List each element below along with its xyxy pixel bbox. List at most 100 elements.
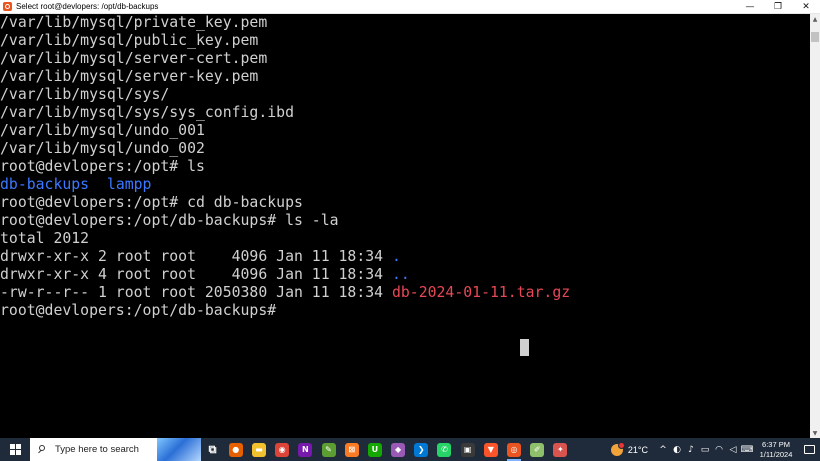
paint-taskbar-button[interactable]: ✦ — [549, 438, 572, 461]
keyboard-icon[interactable]: ⌨ — [740, 438, 754, 461]
clock-time: 6:37 PM — [762, 439, 790, 449]
search-icon — [38, 445, 47, 454]
xampp-icon: ⊠ — [344, 442, 359, 457]
system-tray: 21°C ^ ◐ ♪ ▭ ◠ ◁ ⌨ 6:37 PM 1/11/2024 — [610, 438, 820, 461]
terminal-text-segment: /var/lib/mysql/sys/ — [0, 86, 170, 103]
minimize-button[interactable]: — — [736, 0, 764, 13]
terminal-line: root@devlopers:/opt# ls — [0, 158, 205, 176]
ubuntu-terminal-icon: ◎ — [507, 442, 522, 457]
media-player-icon: ▣ — [460, 442, 475, 457]
terminal-line: /var/lib/mysql/public_key.pem — [0, 32, 258, 50]
ubuntu-terminal-taskbar-button[interactable]: ◎ — [502, 438, 525, 461]
meet-now-icon[interactable]: ◐ — [670, 438, 684, 461]
chrome-icon: ◉ — [275, 442, 290, 457]
terminal-line: /var/lib/mysql/sys/sys_config.ibd — [0, 104, 294, 122]
volume-icon[interactable]: ◁ — [726, 438, 740, 461]
firefox-taskbar-button[interactable]: ● — [224, 438, 247, 461]
task-view-taskbar-button[interactable]: ⧉ — [201, 438, 224, 461]
terminal-text-segment: . — [391, 248, 401, 265]
onenote-taskbar-button[interactable]: N — [294, 438, 317, 461]
chevron-up-icon[interactable]: ^ — [656, 438, 670, 461]
whatsapp-icon: ✆ — [437, 442, 452, 457]
terminal-line: /var/lib/mysql/undo_001 — [0, 122, 205, 140]
sticky-tool-taskbar-button[interactable]: ✐ — [526, 438, 549, 461]
onenote-icon: N — [298, 442, 313, 457]
terminal-text-segment: root@devlopers:/opt# cd db-backups — [0, 194, 303, 211]
sticky-tool-icon: ✐ — [530, 442, 545, 457]
scroll-down-icon[interactable]: ▼ — [810, 428, 820, 438]
terminal-line: /var/lib/mysql/private_key.pem — [0, 14, 267, 32]
search-highlight-image — [157, 438, 201, 461]
vscode-icon: ❯ — [414, 442, 429, 457]
terminal-line: /var/lib/mysql/server-key.pem — [0, 68, 258, 86]
clock[interactable]: 6:37 PM 1/11/2024 — [754, 440, 798, 460]
scrollbar-thumb[interactable] — [811, 32, 819, 42]
battery-icon[interactable]: ▭ — [698, 438, 712, 461]
weather-temperature: 21°C — [627, 444, 648, 455]
file-explorer-taskbar-button[interactable]: ▬ — [247, 438, 270, 461]
weather-widget[interactable]: 21°C — [610, 441, 648, 456]
terminal-text-segment: root@devlopers:/opt# ls — [0, 158, 205, 175]
terminal-text-segment: /var/lib/mysql/server-key.pem — [0, 68, 259, 85]
tray-icons: ^ ◐ ♪ ▭ ◠ ◁ ⌨ — [656, 438, 754, 461]
terminal-line: /var/lib/mysql/server-cert.pem — [0, 50, 267, 68]
taskbar: ⧉ ● ▬ ◉ N ✎ ⊠ U ◆ ❯ ✆ ▣ ▼ ◎ ✐ ✦ 21°C ^◐♪▭◠◁⌨ 6:37 PM 1/… — [0, 438, 820, 461]
terminal-text-segment: .. — [391, 266, 410, 283]
terminal-line: /var/lib/mysql/sys/ — [0, 86, 169, 104]
start-button[interactable] — [0, 438, 30, 461]
whatsapp-taskbar-button[interactable]: ✆ — [433, 438, 456, 461]
gitkraken-icon: ◆ — [391, 442, 406, 457]
windows-logo-icon — [9, 444, 21, 455]
task-view-icon: ⧉ — [208, 442, 217, 456]
paint-icon: ✦ — [553, 442, 568, 457]
ubuntu-app-icon — [3, 2, 12, 11]
notification-icon — [803, 445, 815, 454]
xampp-taskbar-button[interactable]: ⊠ — [340, 438, 363, 461]
terminal-text-segment: db-2024-01-11.tar.gz — [391, 284, 571, 301]
vertical-scrollbar[interactable]: ▲ ▼ — [810, 14, 820, 438]
window-controls: — ❐ ✕ — [736, 0, 820, 13]
brave-icon: ▼ — [483, 442, 498, 457]
network-icon[interactable]: ◠ — [712, 438, 726, 461]
terminal-text-segment: /var/lib/mysql/sys/sys_config.ibd — [0, 104, 294, 121]
vscode-taskbar-button[interactable]: ❯ — [410, 438, 433, 461]
terminal-text-segment: root@devlopers:/opt/db-backups# — [0, 302, 277, 319]
terminal-text-segment: /var/lib/mysql/private_key.pem — [0, 14, 268, 31]
gitkraken-taskbar-button[interactable]: ◆ — [387, 438, 410, 461]
terminal-text-segment: /var/lib/mysql/undo_002 — [0, 140, 205, 157]
terminal-output[interactable]: /var/lib/mysql/private_key.pem/var/lib/m… — [0, 14, 810, 438]
media-player-taskbar-button[interactable]: ▣ — [456, 438, 479, 461]
terminal-line: db-backups lampp — [0, 176, 151, 194]
notification-button[interactable] — [798, 438, 820, 461]
terminal-line: -rw-r--r-- 1 root root 2050380 Jan 11 18… — [0, 284, 570, 302]
upwork-icon: U — [367, 442, 382, 457]
terminal-text-segment: /var/lib/mysql/server-cert.pem — [0, 50, 268, 67]
weather-sun-icon — [610, 441, 625, 456]
upwork-taskbar-button[interactable]: U — [363, 438, 386, 461]
terminal-line: total 2012 — [0, 230, 89, 248]
close-button[interactable]: ✕ — [792, 0, 820, 13]
scroll-up-icon[interactable]: ▲ — [810, 14, 820, 24]
terminal-text-segment: /var/lib/mysql/public_key.pem — [0, 32, 259, 49]
notepad-plus-plus-taskbar-button[interactable]: ✎ — [317, 438, 340, 461]
terminal-text-segment: lampp — [106, 176, 152, 193]
restore-button[interactable]: ❐ — [764, 0, 792, 13]
terminal-line: root@devlopers:/opt/db-backups# — [0, 302, 276, 320]
terminal-text-segment: drwxr-xr-x 2 root root 4096 Jan 11 18:34 — [0, 248, 392, 265]
terminal-line: root@devlopers:/opt/db-backups# ls -la — [0, 212, 339, 230]
pinned-apps: ⧉ ● ▬ ◉ N ✎ ⊠ U ◆ ❯ ✆ ▣ ▼ ◎ ✐ ✦ — [201, 438, 572, 461]
terminal-text-segment: root@devlopers:/opt/db-backups# ls -la — [0, 212, 339, 229]
terminal-text-segment: drwxr-xr-x 4 root root 4096 Jan 11 18:34 — [0, 266, 392, 283]
taskbar-search[interactable] — [30, 438, 201, 461]
window-title-bar[interactable]: Select root@devlopers: /opt/db-backups —… — [0, 0, 820, 14]
microphone-icon[interactable]: ♪ — [684, 438, 698, 461]
terminal-text-segment: /var/lib/mysql/undo_001 — [0, 122, 205, 139]
window-title: Select root@devlopers: /opt/db-backups — [16, 2, 159, 11]
file-explorer-icon: ▬ — [251, 442, 266, 457]
chrome-taskbar-button[interactable]: ◉ — [271, 438, 294, 461]
clock-date: 1/11/2024 — [759, 449, 793, 459]
brave-taskbar-button[interactable]: ▼ — [479, 438, 502, 461]
terminal-text-segment: db-backups — [0, 176, 90, 193]
search-input[interactable] — [55, 444, 155, 455]
